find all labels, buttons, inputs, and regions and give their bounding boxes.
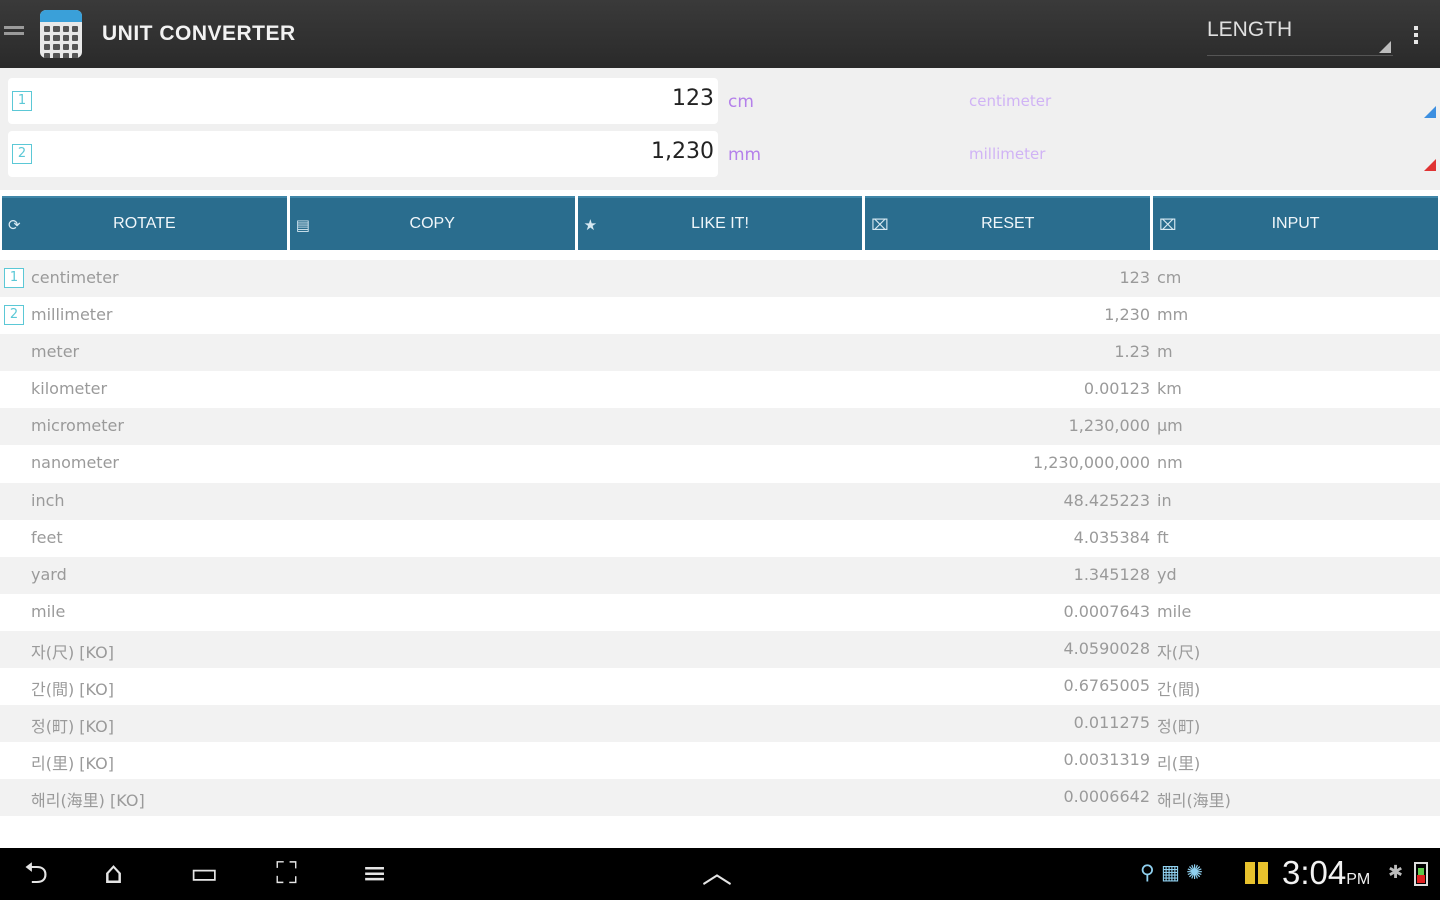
result-value: 1.23 xyxy=(1114,342,1150,362)
result-unit-symbol: ft xyxy=(1157,527,1169,547)
system-nav-bar: ⮌ ⌂ ▭ ⛶ ≡ ︿ ⚲ ▦ ✺ 3:04PM ✱ xyxy=(0,848,1440,900)
input-value-1: 123 xyxy=(672,86,714,111)
results-list: 1 centimeter 123 cm 2 millimeter 1,230 mm meter 1… xyxy=(0,260,1440,817)
result-row[interactable]: feet 4.035384 ft xyxy=(0,519,1440,557)
result-value: 1,230,000 xyxy=(1068,416,1150,436)
result-value: 1,230 xyxy=(1104,305,1150,325)
sim-icon xyxy=(1245,862,1273,886)
result-row[interactable]: 자(尺) [KO] 4.0590028 자(尺) xyxy=(0,630,1440,669)
recent-apps-icon[interactable]: ▭ xyxy=(190,856,218,892)
clock: 3:04PM xyxy=(1282,854,1371,891)
result-unit-symbol: 리(里) xyxy=(1157,754,1201,774)
result-unit-symbol: mile xyxy=(1157,601,1192,621)
input-label: INPUT xyxy=(1271,215,1320,232)
result-row[interactable]: yard 1.345128 yd xyxy=(0,556,1440,594)
result-value: 0.6765005 xyxy=(1063,676,1150,696)
input-unit-2: mm xyxy=(728,145,762,165)
result-unit-symbol: yd xyxy=(1157,564,1177,584)
menu-lines-icon[interactable]: ≡ xyxy=(362,856,387,892)
unit-selector-2[interactable]: millimeter xyxy=(969,145,1045,163)
input-badge-2: 2 xyxy=(12,144,32,164)
category-spinner[interactable]: LENGTH xyxy=(1207,18,1393,56)
app-title: UNIT CONVERTER xyxy=(102,22,296,45)
result-row[interactable]: micrometer 1,230,000 μm xyxy=(0,408,1440,446)
result-unit-symbol: cm xyxy=(1157,268,1182,287)
result-unit-symbol: 해리(海里) xyxy=(1157,791,1231,811)
input-value-2: 1,230 xyxy=(651,139,714,164)
copy-label: COPY xyxy=(409,215,455,232)
input-button[interactable]: ⌧ INPUT xyxy=(1153,196,1438,250)
result-row[interactable]: 정(町) [KO] 0.011275 정(町) xyxy=(0,705,1440,743)
rotate-button[interactable]: ⟳ ROTATE xyxy=(2,196,287,250)
result-value: 0.0006642 xyxy=(1063,787,1150,807)
result-value: 4.0590028 xyxy=(1063,638,1150,658)
result-unit-symbol: nm xyxy=(1157,453,1183,473)
unit-dropdown-corner-icon[interactable] xyxy=(1424,106,1436,118)
result-row[interactable]: mile 0.0007643 mile xyxy=(0,593,1440,631)
input-unit-1: cm xyxy=(728,92,754,112)
bluetooth-icon: ✱ xyxy=(1388,862,1404,883)
value-input-2[interactable]: 2 1,230 xyxy=(8,131,718,177)
like-label: LIKE IT! xyxy=(691,215,749,232)
unit-dropdown-corner-icon[interactable] xyxy=(1424,159,1436,171)
result-value: 1,230,000,000 xyxy=(1032,453,1150,473)
calculator-app-icon xyxy=(40,10,82,58)
category-label: LENGTH xyxy=(1207,18,1293,41)
rotate-label: ROTATE xyxy=(113,215,176,232)
result-unit-symbol: 정(町) xyxy=(1157,717,1201,737)
chevron-up-icon[interactable]: ︿ xyxy=(702,856,732,892)
input-row-2: 2 1,230 mm millimeter xyxy=(8,131,1438,177)
battery-icon xyxy=(1414,862,1428,886)
result-unit-symbol: km xyxy=(1157,379,1182,399)
overflow-menu-icon[interactable] xyxy=(1414,26,1420,47)
result-row[interactable]: 간(間) [KO] 0.6765005 간(間) xyxy=(0,668,1440,706)
result-row[interactable]: meter 1.23 m xyxy=(0,334,1440,372)
result-unit-symbol: μm xyxy=(1157,416,1183,436)
result-unit-symbol: in xyxy=(1157,490,1172,510)
input-row-1: 1 123 cm centimeter xyxy=(8,78,1438,124)
action-bar: UNIT CONVERTER LENGTH xyxy=(0,0,1440,68)
app-screen: UNIT CONVERTER LENGTH 1 123 cm centimete… xyxy=(0,0,1440,900)
reset-label: RESET xyxy=(981,215,1035,232)
result-unit-symbol: mm xyxy=(1157,305,1189,325)
like-button[interactable]: ★ LIKE IT! xyxy=(577,196,863,250)
notification-icons: ⚲ ▦ ✺ xyxy=(1140,860,1204,884)
screenshot-icon[interactable]: ⛶ xyxy=(276,856,297,892)
action-buttons: ⟳ ROTATE ▤ COPY ★ LIKE IT! ⌧ RESET ⌧ INP… xyxy=(0,196,1440,252)
result-value: 1.345128 xyxy=(1073,564,1150,584)
result-value: 4.035384 xyxy=(1073,527,1150,547)
result-value: 0.011275 xyxy=(1073,713,1150,733)
reset-button[interactable]: ⌧ RESET xyxy=(865,196,1151,250)
dropdown-triangle-icon xyxy=(1379,41,1391,53)
input-badge-1: 1 xyxy=(12,91,32,111)
result-value: 0.0031319 xyxy=(1063,750,1150,770)
value-input-1[interactable]: 1 123 xyxy=(8,78,718,124)
result-row[interactable]: 1 centimeter 123 cm xyxy=(0,260,1440,298)
result-row[interactable]: 리(里) [KO] 0.0031319 리(里) xyxy=(0,742,1440,780)
result-value: 48.425223 xyxy=(1063,490,1150,510)
result-row[interactable]: 해리(海里) [KO] 0.0006642 해리(海里) xyxy=(0,779,1440,817)
result-unit-symbol: 자(尺) xyxy=(1157,642,1201,662)
result-row[interactable]: kilometer 0.00123 km xyxy=(0,371,1440,409)
unit-selector-1[interactable]: centimeter xyxy=(969,92,1051,110)
menu-icon[interactable] xyxy=(4,26,24,40)
result-value: 0.00123 xyxy=(1083,379,1150,399)
home-icon[interactable]: ⌂ xyxy=(104,856,123,892)
result-value: 123 xyxy=(1119,268,1150,287)
result-row[interactable]: inch 48.425223 in xyxy=(0,482,1440,520)
result-value: 0.0007643 xyxy=(1063,601,1150,621)
back-icon[interactable]: ⮌ xyxy=(24,856,48,892)
result-row[interactable]: nanometer 1,230,000,000 nm xyxy=(0,445,1440,483)
result-row[interactable]: 2 millimeter 1,230 mm xyxy=(0,297,1440,335)
result-unit-symbol: 간(間) xyxy=(1157,680,1201,700)
copy-button[interactable]: ▤ COPY xyxy=(289,196,575,250)
result-unit-symbol: m xyxy=(1157,342,1173,362)
input-panel: 1 123 cm centimeter 2 1,230 mm millimete… xyxy=(0,68,1440,190)
